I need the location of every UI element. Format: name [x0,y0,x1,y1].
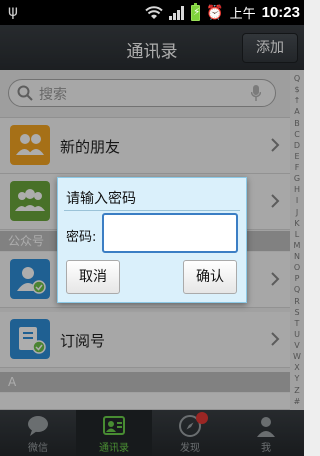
status-bar: ψ ⚡ ⏰ 上午 10:23 [0,0,304,25]
signal-icon [169,5,185,20]
battery-charging-icon: ⚡ [191,2,200,21]
clock-time: 10:23 [261,4,300,21]
confirm-button[interactable]: 确认 [183,260,237,294]
wifi-icon [145,5,163,20]
usb-icon: ψ [8,2,18,20]
password-label: 密码: [66,230,97,245]
password-field[interactable] [102,213,238,253]
alarm-clock-icon: ⏰ [206,4,224,21]
dialog-title: 请输入密码 [66,191,136,207]
dialog-divider [64,210,240,211]
password-dialog: 请输入密码 密码: 取消 确认 [57,177,247,303]
time-period: 上午 [229,7,256,22]
cancel-button[interactable]: 取消 [66,260,120,294]
